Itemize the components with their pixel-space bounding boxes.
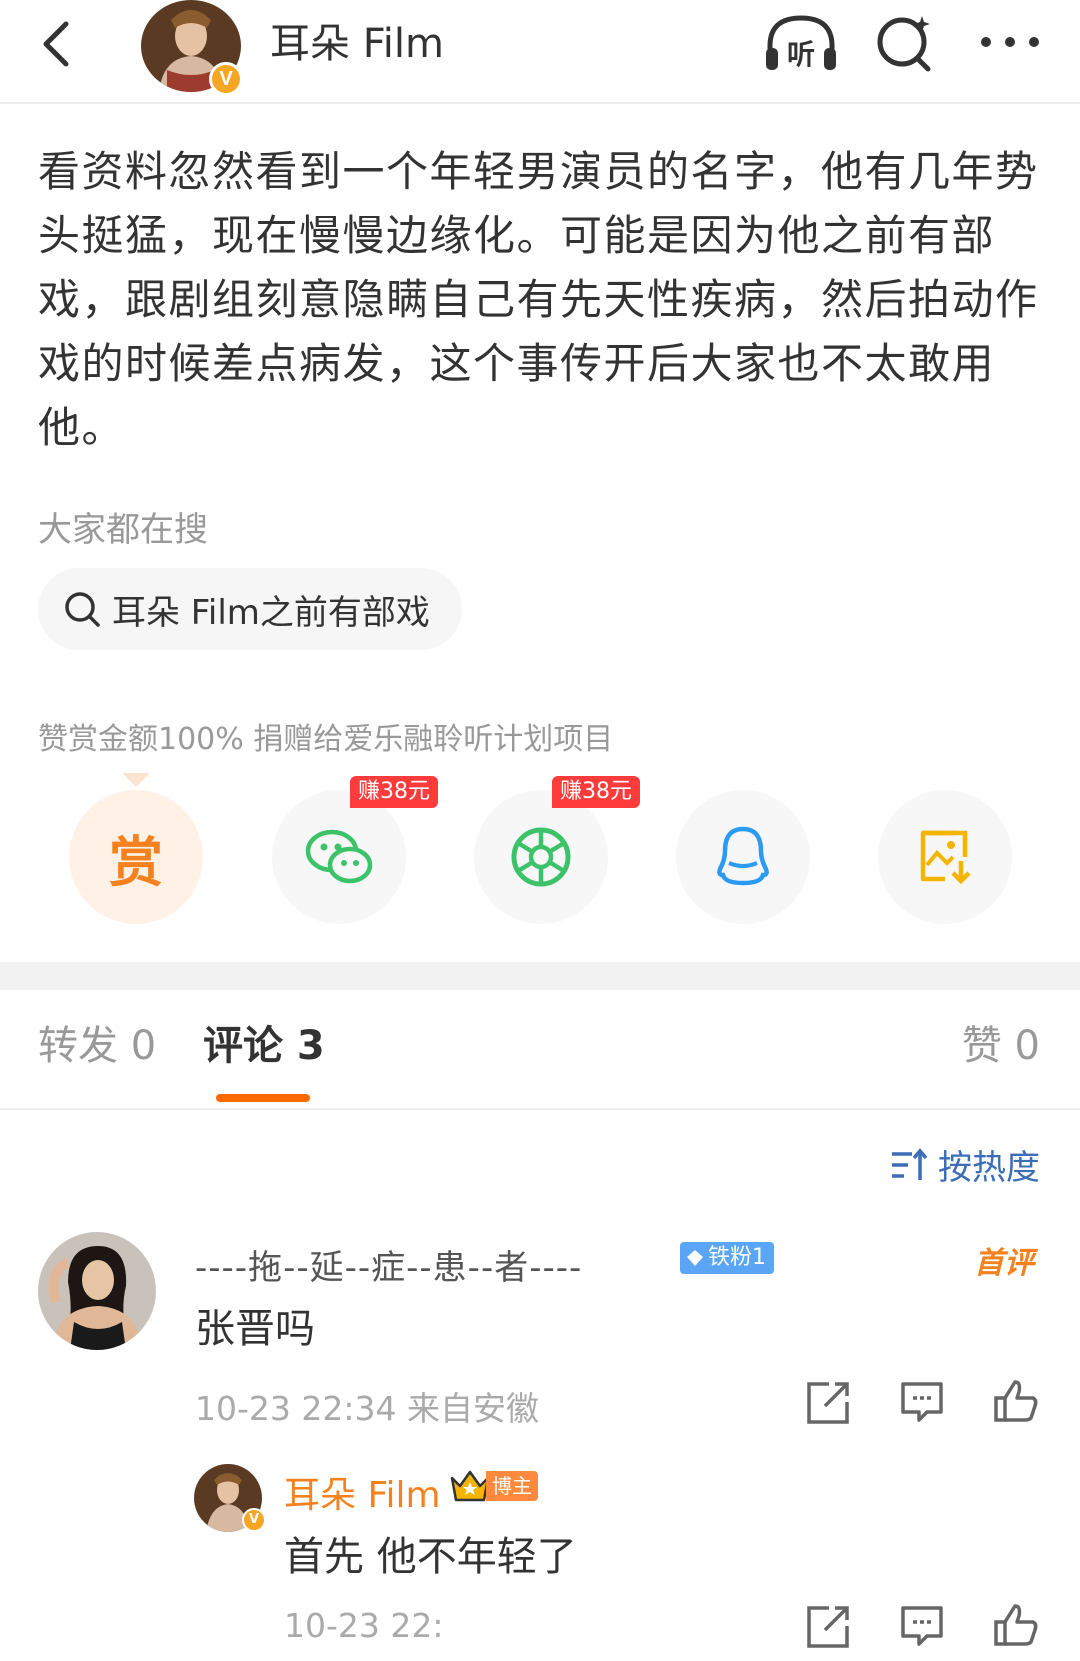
tab-comment[interactable]: 评论 3 [203,1020,325,1072]
fan-level-badge: 铁粉1 [680,1242,774,1274]
more-icon[interactable] [978,22,1042,62]
qq-icon [717,826,769,886]
sort-button[interactable]: 按热度 [890,1140,1040,1189]
first-comment-tag: 首评 [974,1246,1034,1281]
author-name[interactable]: 耳朵 Film [284,1466,441,1518]
tab-like[interactable]: 赞 0 [962,1020,1040,1072]
post-text: 看资料忽然看到一个年轻男演员的名字，他有几年势头挺猛，现在慢慢边缘化。可能是因为… [38,147,1039,452]
sort-icon [892,1147,928,1180]
reply-text: 首先 他不年轻了 [284,1534,577,1580]
top-bar: V 耳朵 Film 听 [0,0,1080,104]
back-arrow-icon[interactable] [28,14,88,74]
interaction-tabs: 转发 0 评论 3 赞 0 [0,990,1080,1110]
share-qq-button[interactable] [676,790,810,924]
avatar[interactable]: V [141,0,243,96]
listen-icon[interactable]: 听 [762,12,840,78]
tab-forward[interactable]: 转发 0 [38,1020,156,1072]
like-icon[interactable] [993,1378,1039,1424]
share-wechat-button[interactable]: 赚38元 [272,776,438,924]
crown-icon [450,1470,490,1502]
wechat-icon [305,829,373,884]
reply-icon[interactable] [899,1380,945,1426]
trending-search-label: 大家都在搜 [38,510,208,550]
earn-badge: 赚38元 [552,776,640,808]
active-tab-indicator [216,1094,310,1102]
reward-button[interactable]: 赏 [69,790,203,924]
diamond-icon [687,1250,703,1266]
host-badge: 博主 [450,1468,538,1504]
commenter-avatar[interactable] [38,1232,156,1350]
sort-label: 按热度 [938,1148,1040,1188]
trending-search-chip[interactable]: 耳朵 Film之前有部戏 [38,568,462,650]
reward-note: 赞赏金额100% 捐赠给爱乐融聆听计划项目 [38,722,614,757]
commenter-name[interactable]: ----拖--延--症--患--者---- [195,1240,582,1289]
listen-label: 听 [787,38,815,71]
fan-level-text: 铁粉1 [708,1245,766,1270]
reply-meta: 10-23 22: [284,1606,444,1645]
verified-badge: V [209,62,243,96]
reward-pointer [122,773,150,787]
save-image-button[interactable] [878,790,1012,924]
like-icon[interactable] [993,1602,1039,1648]
earn-badge: 赚38元 [350,776,438,808]
comment-meta: 10-23 22:34 来自安徽 [195,1389,539,1428]
share-row: 赏 赚38元 赚38元 [0,776,1080,930]
comment-text: 张晋吗 [195,1306,315,1352]
save-image-icon [920,830,971,885]
verified-badge: V [242,1508,266,1532]
search-icon [65,592,100,627]
reward-icon: 赏 [109,830,163,894]
repost-icon[interactable] [805,1604,851,1650]
host-badge-text: 博主 [486,1471,538,1501]
section-divider [0,962,1080,990]
reply-icon[interactable] [899,1604,945,1650]
repost-icon[interactable] [805,1380,851,1426]
trending-search-text: 耳朵 Film之前有部戏 [112,592,430,633]
moments-icon [511,827,571,887]
share-moments-button[interactable]: 赚38元 [474,776,640,924]
search-icon[interactable] [874,12,936,74]
page-title: 耳朵 Film [270,21,445,67]
